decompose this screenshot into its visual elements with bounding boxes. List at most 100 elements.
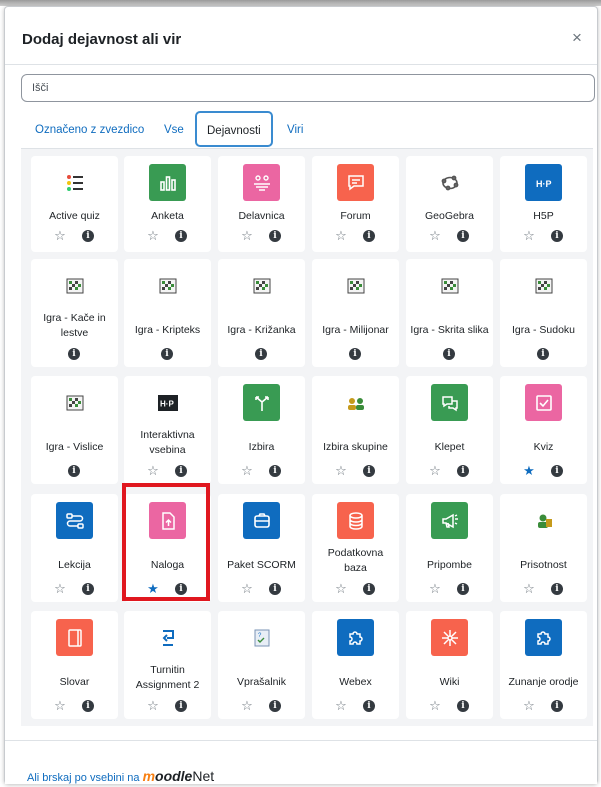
activity-label: lestve xyxy=(60,327,89,339)
star-icon[interactable]: ☆ xyxy=(334,229,348,243)
activity-card-igra-skrita-slika[interactable]: Igra - Skrita slika i xyxy=(406,259,493,367)
star-icon[interactable]: ☆ xyxy=(240,464,254,478)
info-icon[interactable]: i xyxy=(82,583,94,595)
info-icon[interactable]: i xyxy=(175,465,187,477)
activity-card-igra-vislice[interactable]: Igra - Vislice i xyxy=(31,376,118,484)
info-icon[interactable]: i xyxy=(363,465,375,477)
activity-card-webex[interactable]: Webex ☆ i xyxy=(312,611,399,719)
search-input[interactable] xyxy=(21,74,595,102)
moodlenet-link[interactable]: Ali brskaj po vsebini na moodleNet xyxy=(27,768,214,784)
activity-card-pripombe[interactable]: Pripombe ☆ i xyxy=(406,494,493,602)
activity-card-geogebra[interactable]: GeoGebra ☆ i xyxy=(406,156,493,252)
info-icon[interactable]: i xyxy=(443,348,455,360)
info-icon[interactable]: i xyxy=(349,348,361,360)
star-icon[interactable]: ☆ xyxy=(334,582,348,596)
star-icon[interactable]: ☆ xyxy=(428,699,442,713)
star-icon[interactable]: ☆ xyxy=(240,582,254,596)
activity-card-kviz[interactable]: Kviz ★ i xyxy=(500,376,587,484)
activity-label: Interaktivna xyxy=(140,429,195,441)
info-icon[interactable]: i xyxy=(269,230,281,242)
star-icon[interactable]: ☆ xyxy=(53,699,67,713)
info-icon[interactable]: i xyxy=(457,465,469,477)
info-icon[interactable]: i xyxy=(68,465,80,477)
info-icon[interactable]: i xyxy=(269,465,281,477)
star-icon[interactable]: ☆ xyxy=(334,464,348,478)
activity-card-klepet[interactable]: Klepet ☆ i xyxy=(406,376,493,484)
activity-card-zunanje-orodje[interactable]: Zunanje orodje ☆ i xyxy=(500,611,587,719)
star-icon[interactable]: ☆ xyxy=(146,699,160,713)
info-icon[interactable]: i xyxy=(551,465,563,477)
info-icon[interactable]: i xyxy=(551,700,563,712)
tab-all[interactable]: Vse xyxy=(164,115,184,145)
dialog-header: Dodaj dejavnost ali vir × xyxy=(5,7,597,65)
info-icon[interactable]: i xyxy=(175,700,187,712)
info-icon[interactable]: i xyxy=(457,700,469,712)
activity-card-naloga[interactable]: Naloga ★ i xyxy=(124,494,211,602)
activity-label: Paket SCORM xyxy=(227,559,296,571)
info-icon[interactable]: i xyxy=(68,348,80,360)
activity-card-slovar[interactable]: Slovar ☆ i xyxy=(31,611,118,719)
moodlenet-link-text: Ali brskaj po vsebini na xyxy=(27,772,143,784)
activity-label: H5P xyxy=(533,210,554,222)
activity-card-wiki[interactable]: Wiki ☆ i xyxy=(406,611,493,719)
star-icon[interactable]: ☆ xyxy=(428,229,442,243)
star-icon[interactable]: ☆ xyxy=(522,699,536,713)
activity-card-izbira-skupine[interactable]: Izbira skupine ☆ i xyxy=(312,376,399,484)
activity-card-igra-kače-in-lestve[interactable]: Igra - Kače in lestve i xyxy=(31,259,118,367)
activity-card-lekcija[interactable]: Lekcija ☆ i xyxy=(31,494,118,602)
activity-card-active-quiz[interactable]: Active quiz ☆ i xyxy=(31,156,118,252)
activity-card-h5p[interactable]: H·P H5P ☆ i xyxy=(500,156,587,252)
activity-card-igra-kripteks[interactable]: Igra - Kripteks i xyxy=(124,259,211,367)
activity-label: Klepet xyxy=(434,441,465,453)
info-icon[interactable]: i xyxy=(457,230,469,242)
info-icon[interactable]: i xyxy=(255,348,267,360)
tab-starred[interactable]: Označeno z zvezdico xyxy=(35,115,144,145)
activity-card-igra-križanka[interactable]: Igra - Križanka i xyxy=(218,259,305,367)
activity-card-anketa[interactable]: Anketa ☆ i xyxy=(124,156,211,252)
tab-bar: Označeno z zvezdico Vse Dejavnosti Viri xyxy=(21,111,595,147)
svg-text:H·P: H·P xyxy=(160,399,174,408)
activity-card-vprašalnik[interactable]: ? Vprašalnik ☆ i xyxy=(218,611,305,719)
activity-label: Wiki xyxy=(439,676,460,688)
info-icon[interactable]: i xyxy=(537,348,549,360)
activity-card-prisotnost[interactable]: Prisotnost ☆ i xyxy=(500,494,587,602)
info-icon[interactable]: i xyxy=(363,583,375,595)
info-icon[interactable]: i xyxy=(175,230,187,242)
info-icon[interactable]: i xyxy=(551,583,563,595)
star-icon[interactable]: ☆ xyxy=(240,229,254,243)
activity-card-interaktivna-vsebina[interactable]: H·P Interaktivna vsebina ☆ i xyxy=(124,376,211,484)
info-icon[interactable]: i xyxy=(363,700,375,712)
activity-card-izbira[interactable]: Izbira ☆ i xyxy=(218,376,305,484)
star-icon[interactable]: ☆ xyxy=(522,582,536,596)
tab-activities[interactable]: Dejavnosti xyxy=(195,111,273,147)
info-icon[interactable]: i xyxy=(269,583,281,595)
activity-card-delavnica[interactable]: Delavnica ☆ i xyxy=(218,156,305,252)
info-icon[interactable]: i xyxy=(161,348,173,360)
info-icon[interactable]: i xyxy=(551,230,563,242)
activity-card-podatkovna-baza[interactable]: Podatkovna baza ☆ i xyxy=(312,494,399,602)
close-icon[interactable]: × xyxy=(567,28,587,48)
star-icon[interactable]: ☆ xyxy=(53,229,67,243)
activity-card-igra-milijonar[interactable]: Igra - Milijonar i xyxy=(312,259,399,367)
star-icon[interactable]: ☆ xyxy=(522,229,536,243)
info-icon[interactable]: i xyxy=(82,700,94,712)
activity-card-turnitin-assignment-2[interactable]: Turnitin Assignment 2 ☆ i xyxy=(124,611,211,719)
star-filled-icon[interactable]: ★ xyxy=(522,464,536,478)
star-icon[interactable]: ☆ xyxy=(53,582,67,596)
star-icon[interactable]: ☆ xyxy=(334,699,348,713)
star-icon[interactable]: ☆ xyxy=(240,699,254,713)
info-icon[interactable]: i xyxy=(363,230,375,242)
info-icon[interactable]: i xyxy=(457,583,469,595)
info-icon[interactable]: i xyxy=(175,583,187,595)
info-icon[interactable]: i xyxy=(82,230,94,242)
star-icon[interactable]: ☆ xyxy=(146,464,160,478)
activity-card-forum[interactable]: Forum ☆ i xyxy=(312,156,399,252)
star-icon[interactable]: ☆ xyxy=(428,582,442,596)
activity-card-igra-sudoku[interactable]: Igra - Sudoku i xyxy=(500,259,587,367)
star-icon[interactable]: ☆ xyxy=(146,229,160,243)
tab-resources[interactable]: Viri xyxy=(287,115,303,145)
star-filled-icon[interactable]: ★ xyxy=(146,582,160,596)
activity-card-paket-scorm[interactable]: Paket SCORM ☆ i xyxy=(218,494,305,602)
star-icon[interactable]: ☆ xyxy=(428,464,442,478)
info-icon[interactable]: i xyxy=(269,700,281,712)
